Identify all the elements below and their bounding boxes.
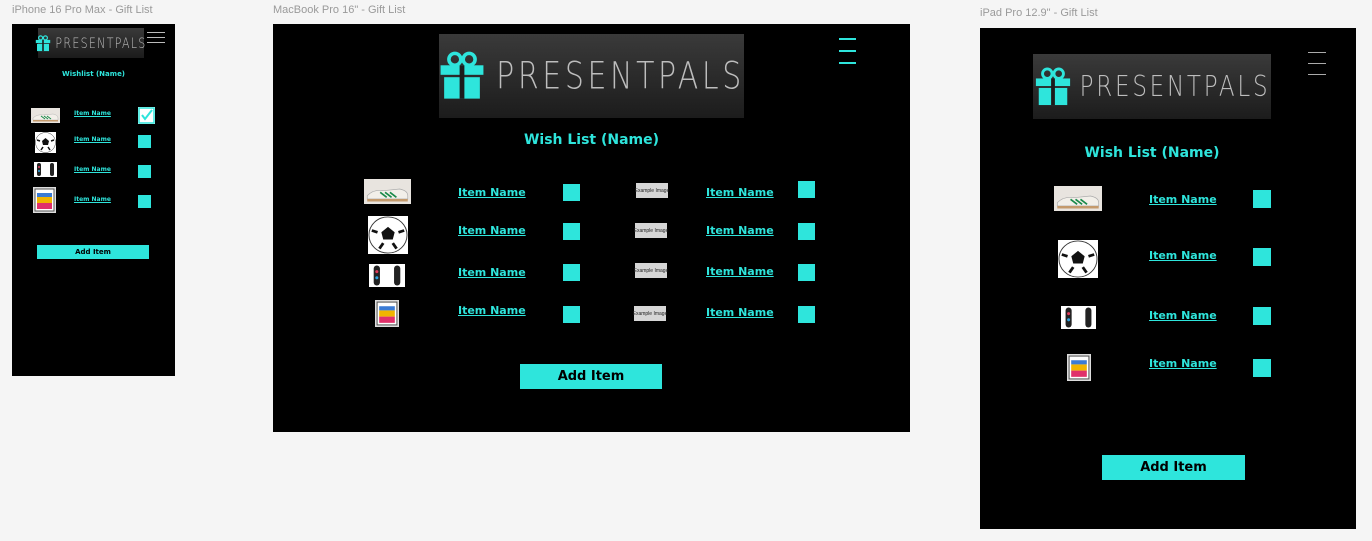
checkbox[interactable] [1253, 307, 1271, 325]
item-name-link[interactable]: Item Name [706, 224, 774, 237]
logo: PRESENTPALS [439, 34, 744, 118]
item-name-link[interactable]: Item Name [74, 166, 111, 173]
checkbox[interactable] [1253, 190, 1271, 208]
gift-box-icon [1034, 67, 1072, 107]
checkbox[interactable] [563, 223, 580, 240]
page-title: Wish List (Name) [1084, 145, 1220, 161]
logo-text: PRESENTPALS [1079, 70, 1271, 103]
logo: PRESENTPALS [35, 28, 147, 58]
gift-box-icon [35, 34, 51, 52]
add-item-button[interactable]: Add Item [37, 245, 149, 259]
item-name-link[interactable]: Item Name [458, 186, 526, 199]
checkbox[interactable] [798, 264, 815, 281]
add-item-button[interactable]: Add Item [1102, 455, 1245, 480]
checkbox[interactable] [798, 181, 815, 198]
hamburger-menu-icon[interactable] [1308, 52, 1326, 76]
tablet-frame: PRESENTPALS Wish List (Name) Item Name I… [980, 28, 1356, 529]
checkbox[interactable] [1253, 248, 1271, 266]
item-name-link[interactable]: Item Name [1149, 249, 1217, 262]
item-name-link[interactable]: Item Name [74, 110, 111, 117]
frame-label-tablet: iPad Pro 12.9" - Gift List [980, 7, 1098, 19]
item-image-skateboard [34, 162, 57, 177]
checkbox[interactable] [1253, 359, 1271, 377]
item-name-link[interactable]: Item Name [706, 306, 774, 319]
frame-label-phone: iPhone 16 Pro Max - Gift List [12, 4, 153, 16]
logo: PRESENTPALS [1033, 54, 1271, 119]
item-image-soccer-ball [1058, 240, 1098, 278]
checkbox[interactable] [798, 306, 815, 323]
item-name-link[interactable]: Item Name [706, 186, 774, 199]
frame-label-laptop: MacBook Pro 16" - Gift List [273, 4, 406, 16]
checkbox[interactable] [138, 195, 151, 208]
hamburger-menu-icon[interactable] [839, 38, 856, 64]
checkbox[interactable] [563, 184, 580, 201]
phone-frame: PRESENTPALS Wishlist (Name) Item Name It… [12, 24, 175, 376]
checkbox[interactable] [563, 264, 580, 281]
example-image: Example Image [634, 263, 668, 278]
item-name-link[interactable]: Item Name [458, 304, 526, 317]
item-image-tablet-device [33, 187, 56, 213]
checkbox[interactable] [563, 306, 580, 323]
example-image: Example Image [635, 183, 669, 198]
checkbox[interactable] [138, 165, 151, 178]
checkbox[interactable] [798, 223, 815, 240]
item-image-soccer-ball [368, 216, 408, 254]
item-image-tablet-device [1067, 354, 1091, 381]
example-image: Example Image [634, 223, 668, 238]
item-name-link[interactable]: Item Name [1149, 309, 1217, 322]
item-name-link[interactable]: Item Name [1149, 357, 1217, 370]
gift-box-icon [438, 51, 486, 101]
page-title: Wishlist (Name) [61, 70, 126, 78]
item-image-soccer-ball [35, 132, 56, 153]
logo-text: PRESENTPALS [496, 54, 745, 98]
item-name-link[interactable]: Item Name [458, 266, 526, 279]
item-name-link[interactable]: Item Name [458, 224, 526, 237]
checkbox-checked[interactable] [138, 107, 155, 124]
hamburger-menu-icon[interactable] [147, 32, 165, 44]
item-image-skateboard [369, 264, 405, 287]
item-image-sneaker [1054, 186, 1102, 211]
add-item-button[interactable]: Add Item [520, 364, 662, 389]
item-image-sneaker [364, 179, 411, 204]
logo-text: PRESENTPALS [55, 34, 147, 52]
item-name-link[interactable]: Item Name [74, 196, 111, 203]
page-title: Wish List (Name) [523, 132, 660, 148]
item-name-link[interactable]: Item Name [1149, 193, 1217, 206]
item-image-sneaker [31, 108, 60, 123]
example-image: Example Image [633, 306, 667, 321]
checkbox[interactable] [138, 135, 151, 148]
item-image-skateboard [1061, 306, 1096, 329]
checkmark-icon [138, 107, 155, 124]
item-image-tablet-device [375, 300, 399, 327]
item-name-link[interactable]: Item Name [706, 265, 774, 278]
laptop-frame: PRESENTPALS Wish List (Name) Item Name I… [273, 24, 910, 432]
item-name-link[interactable]: Item Name [74, 136, 111, 143]
